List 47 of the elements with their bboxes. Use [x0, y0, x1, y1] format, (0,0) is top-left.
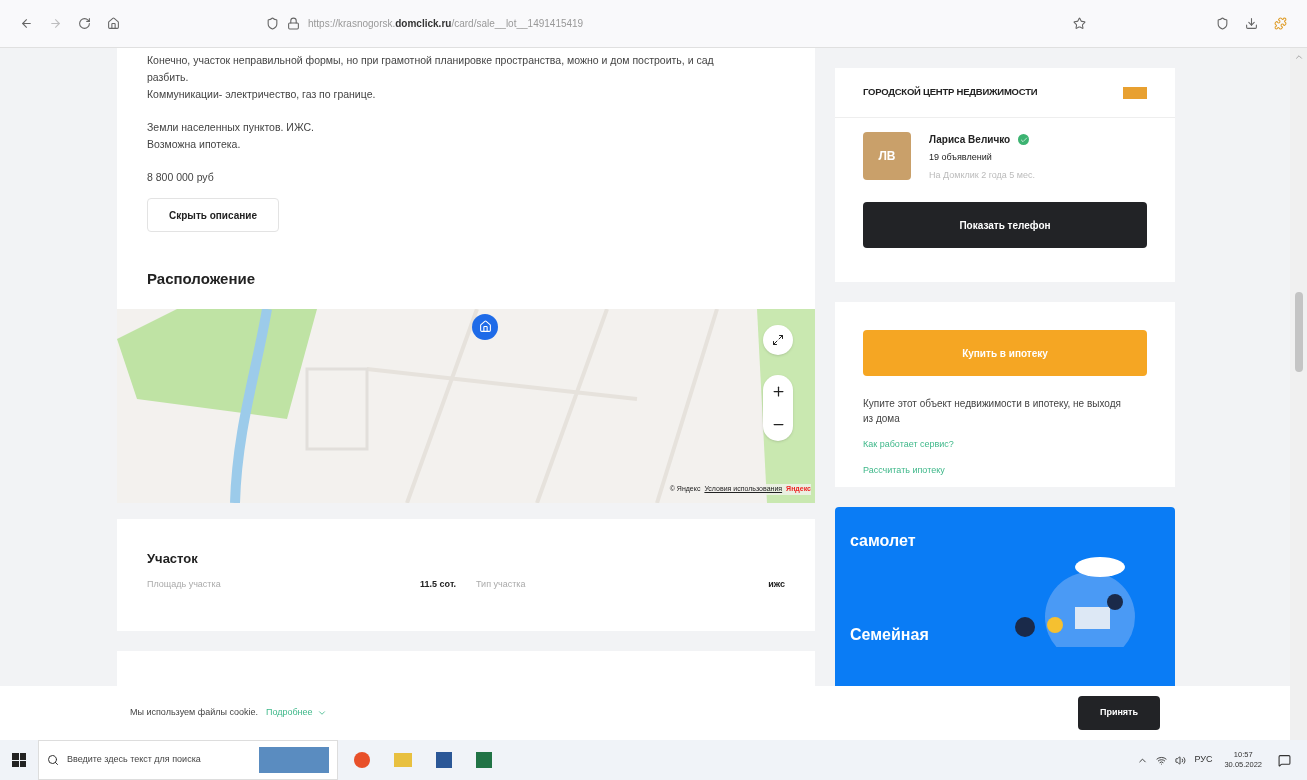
network-icon[interactable]: [1156, 754, 1168, 766]
star-icon[interactable]: [1073, 17, 1086, 30]
show-phone-button[interactable]: Показать телефон: [863, 202, 1147, 248]
home-icon[interactable]: [107, 17, 120, 30]
field-value: 11.5 сот.: [420, 578, 456, 591]
section-title: Расположение: [147, 269, 257, 289]
accept-cookies-button[interactable]: Принять: [1078, 696, 1160, 730]
banner-brand: самолет: [850, 531, 917, 551]
reload-icon[interactable]: [78, 17, 91, 30]
scrollbar[interactable]: [1290, 48, 1307, 740]
expand-arrows-icon: [772, 333, 784, 346]
agency-name: ГОРОДСКОЙ ЦЕНТР НЕДВИЖИМОСТИ: [863, 85, 1038, 100]
hide-description-button[interactable]: Скрыть описание: [147, 198, 279, 232]
description-text: Конечно, участок неправильной формы, но при грамотной планировке пространства, можно и дом построить, и сад разбить.: [147, 53, 715, 85]
description-text: Земли населенных пунктов. ИЖС.: [147, 120, 315, 135]
search-placeholder: Введите здесь текст для поиска: [67, 753, 201, 767]
browser-app-icon[interactable]: [354, 752, 370, 768]
cookie-text: Мы используем файлы cookie.: [130, 706, 258, 720]
shield-icon: [266, 17, 279, 30]
zoom-in-icon[interactable]: [770, 383, 786, 399]
back-icon[interactable]: [20, 17, 33, 30]
language-indicator[interactable]: РУС: [1194, 753, 1213, 767]
agent-tenure: На Домклик 2 года 5 мес.: [929, 168, 1035, 182]
url-text: https://krasnogorsk.domclick.ru/card/sale__lot__1491415419: [308, 17, 584, 31]
section-title: Участок: [147, 549, 199, 568]
search-icon: [47, 754, 59, 766]
field-label: Площадь участка: [147, 578, 221, 591]
taskbar-search-field[interactable]: Введите здесь текст для поиска: [38, 740, 338, 780]
avatar: ЛВ: [863, 132, 911, 180]
chevron-down-icon: [316, 708, 327, 718]
shield-icon[interactable]: [1216, 17, 1229, 30]
description-text: Коммуникации- электричество, газ по границе.: [147, 87, 377, 102]
banner-headline: Семейная: [850, 625, 930, 645]
notifications-icon[interactable]: [1278, 753, 1291, 767]
description-text: 8 800 000 руб: [147, 170, 215, 185]
field-value: ижс: [768, 578, 785, 591]
mortgage-text: Купите этот объект недвижимости в ипотеку, не выходя из дома: [863, 397, 1122, 426]
windows-start-icon[interactable]: [12, 753, 26, 767]
field-label: Тип участка: [476, 578, 526, 591]
agent-name[interactable]: Лариса Величко: [929, 132, 1011, 147]
scrollbar-thumb[interactable]: [1294, 292, 1303, 372]
address-bar[interactable]: https://krasnogorsk.domclick.ru/card/sale__lot__1491415419: [266, 8, 1086, 39]
description-text: Возможна ипотека.: [147, 137, 242, 152]
listings-count[interactable]: 19 объявлений: [929, 151, 1035, 165]
volume-icon[interactable]: [1175, 754, 1187, 766]
download-icon[interactable]: [1245, 17, 1258, 30]
lock-icon: [287, 17, 300, 30]
